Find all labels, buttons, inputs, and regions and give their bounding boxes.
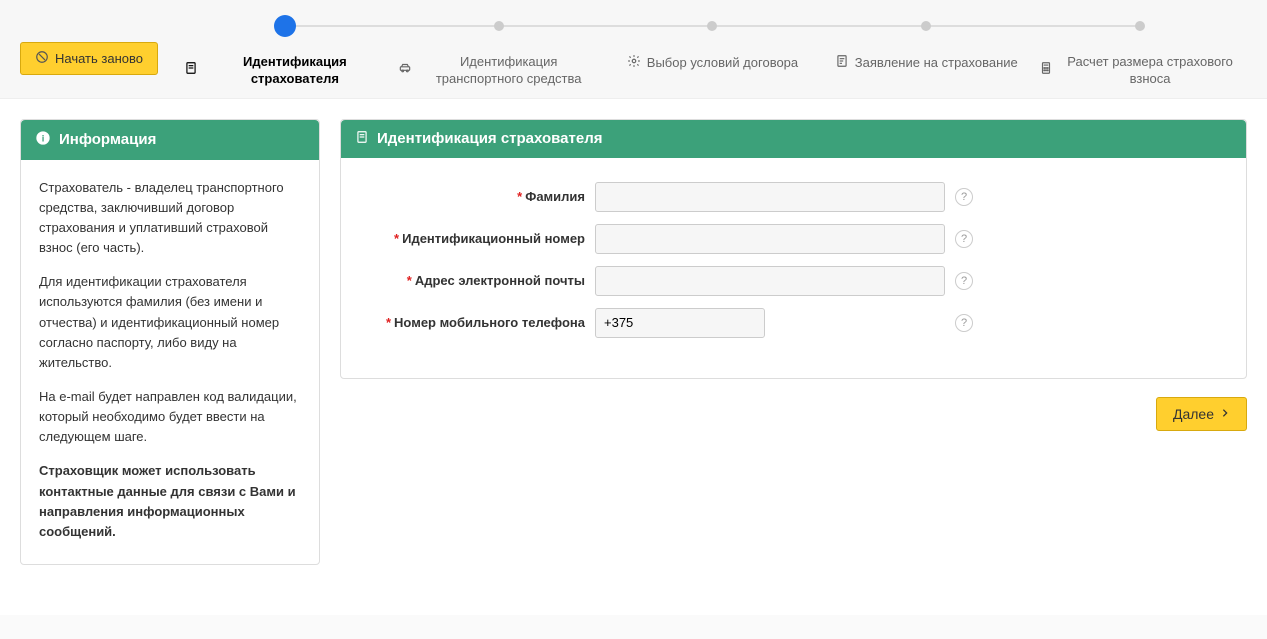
restart-button[interactable]: Начать заново xyxy=(20,42,158,75)
input-phone[interactable] xyxy=(595,308,765,338)
label-surname: Фамилия xyxy=(525,189,585,204)
refresh-icon xyxy=(35,50,49,67)
help-icon[interactable]: ? xyxy=(955,272,973,290)
doc-icon xyxy=(184,61,198,80)
info-icon: i xyxy=(35,130,51,150)
row-idnumber: *Идентификационный номер ? xyxy=(365,224,1222,254)
row-phone: *Номер мобильного телефона ? xyxy=(365,308,1222,338)
label-idnumber: Идентификационный номер xyxy=(402,231,585,246)
step-label: Выбор условий договора xyxy=(647,55,798,72)
info-body: Страхователь - владелец транспортного ср… xyxy=(21,160,319,564)
form-panel: Идентификация страхователя *Фамилия ? *И… xyxy=(340,119,1247,379)
label-email: Адрес электронной почты xyxy=(415,273,585,288)
label-phone: Номер мобильного телефона xyxy=(394,315,585,330)
info-p3: На e-mail будет направлен код валидации,… xyxy=(39,387,301,447)
help-icon[interactable]: ? xyxy=(955,314,973,332)
form-panel-header: Идентификация страхователя xyxy=(341,120,1246,158)
next-button[interactable]: Далее xyxy=(1156,397,1247,431)
row-email: *Адрес электронной почты ? xyxy=(365,266,1222,296)
input-surname[interactable] xyxy=(595,182,945,212)
doc-icon xyxy=(355,130,369,148)
info-title: Информация xyxy=(59,131,156,148)
form-title: Идентификация страхователя xyxy=(377,130,603,147)
info-panel: i Информация Страхователь - владелец тра… xyxy=(20,119,320,565)
input-idnumber[interactable] xyxy=(595,224,945,254)
step-1[interactable]: Идентификация страхователя xyxy=(178,14,392,88)
help-icon[interactable]: ? xyxy=(955,230,973,248)
step-label: Идентификация страхователя xyxy=(204,54,386,88)
svg-text:i: i xyxy=(42,133,45,143)
car-icon xyxy=(398,61,412,80)
step-2[interactable]: Идентификация транспортного средства xyxy=(392,14,606,88)
info-p2: Для идентификации страхователя использую… xyxy=(39,272,301,373)
step-5[interactable]: Расчет размера страхового взноса xyxy=(1033,14,1247,88)
topbar: Начать заново Идентификация страхователя xyxy=(0,0,1267,99)
step-4[interactable]: Заявление на страхование xyxy=(819,14,1033,73)
info-panel-header: i Информация xyxy=(21,120,319,160)
chevron-right-icon xyxy=(1220,406,1230,422)
gear-icon xyxy=(627,54,641,73)
restart-label: Начать заново xyxy=(55,51,143,66)
row-surname: *Фамилия ? xyxy=(365,182,1222,212)
next-label: Далее xyxy=(1173,406,1214,422)
calc-icon xyxy=(1039,61,1053,80)
step-label: Расчет размера страхового взноса xyxy=(1059,54,1241,88)
info-p1: Страхователь - владелец транспортного ср… xyxy=(39,178,301,259)
step-3[interactable]: Выбор условий договора xyxy=(606,14,820,73)
step-label: Заявление на страхование xyxy=(855,55,1018,72)
file-icon xyxy=(835,54,849,73)
step-label: Идентификация транспортного средства xyxy=(418,54,600,88)
stepper: Идентификация страхователя Идентификация… xyxy=(178,14,1247,88)
input-email[interactable] xyxy=(595,266,945,296)
help-icon[interactable]: ? xyxy=(955,188,973,206)
info-p4: Страховщик может использовать контактные… xyxy=(39,461,301,542)
